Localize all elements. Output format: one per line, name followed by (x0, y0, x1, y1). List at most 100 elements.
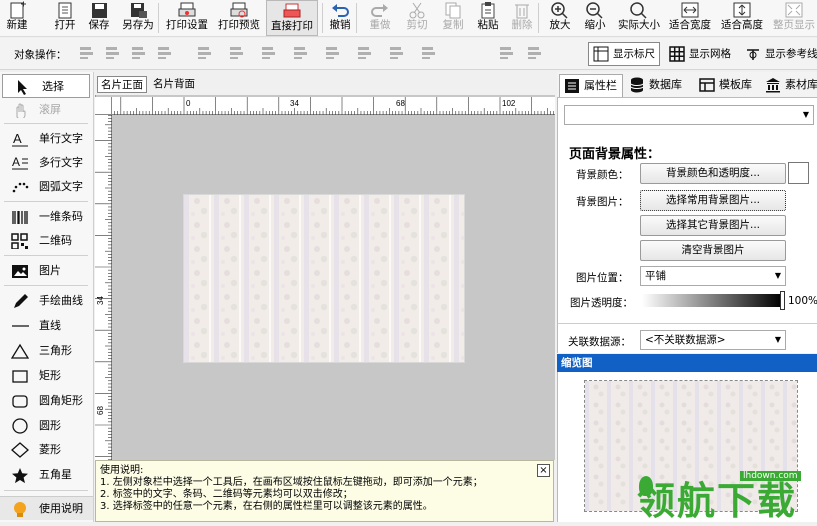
tool-multi-line-text[interactable]: A 多行文字 (0, 151, 93, 175)
tool-triangle[interactable]: 三角形 (0, 339, 93, 363)
print-preview-button[interactable]: 打印预览 (214, 0, 264, 36)
tool-single-line-text[interactable]: A 单行文字 (0, 127, 93, 151)
paste-button[interactable]: 粘贴 (471, 0, 505, 36)
align-middle-icon[interactable] (324, 44, 341, 61)
toolbar-label: 缩小 (584, 19, 606, 31)
object-select-dropdown[interactable]: ▼ (564, 105, 814, 125)
fit-width-button[interactable]: 适合宽度 (665, 0, 715, 36)
opacity-slider-handle[interactable] (780, 291, 785, 310)
tab-properties[interactable]: 属性栏 (559, 74, 623, 97)
tool-label: 选择 (42, 80, 64, 93)
datasource-dropdown[interactable]: <不关联数据源> ▼ (640, 330, 786, 350)
copy-button[interactable]: 复制 (436, 0, 470, 36)
save-icon (89, 1, 109, 19)
open-file-button[interactable]: 打开 (48, 0, 82, 36)
grid-icon (669, 46, 685, 70)
toolbar-label: 粘贴 (477, 19, 499, 31)
cut-button[interactable]: 剪切 (400, 0, 434, 36)
datasource-label: 关联数据源： (568, 336, 631, 348)
toolbar-label: 打开 (54, 19, 76, 31)
save-button[interactable]: 保存 (82, 0, 116, 36)
toggle-label: 显示网格 (689, 48, 731, 60)
toggle-ruler[interactable]: 显示标尺 (588, 42, 660, 66)
triangle-icon (10, 343, 30, 359)
tool-arc-text[interactable]: 圆弧文字 (0, 175, 93, 199)
delete-button[interactable]: 删除 (505, 0, 539, 36)
tool-cursor-arrow[interactable]: 选择 (2, 74, 90, 98)
tool-line[interactable]: 直线 (0, 314, 93, 338)
save-as-button[interactable]: 另存为 (116, 0, 160, 36)
hand-pan-icon (11, 102, 29, 120)
business-card-canvas[interactable] (183, 194, 465, 363)
align-bottom-icon[interactable] (356, 44, 373, 61)
bring-front-icon[interactable] (78, 44, 95, 61)
properties-panel: ▼ 页面背景属性： 背景颜色： 背景颜色和透明度... 背景图片： 选择常用背景… (557, 98, 817, 353)
toolbar-label: 打印设置 (166, 19, 208, 31)
tool-barcode[interactable]: 一维条码 (0, 205, 93, 229)
bg-color-button[interactable]: 背景颜色和透明度... (640, 163, 786, 184)
choose-common-bg-button[interactable]: 选择常用背景图片... (640, 190, 786, 211)
tool-image[interactable]: 图片 (0, 259, 93, 283)
redo-button[interactable]: 重做 (362, 0, 398, 36)
tool-rectangle[interactable]: 矩形 (0, 364, 93, 388)
tab-card-back[interactable]: 名片背面 (150, 76, 198, 93)
image-position-dropdown[interactable]: 平铺 ▼ (640, 266, 786, 286)
tool-qrcode[interactable]: 二维码 (0, 229, 93, 253)
thumbnail-title: 缩览图 (557, 354, 817, 372)
ungroup-icon[interactable] (526, 44, 543, 61)
new-file-button[interactable]: 新建 (0, 0, 34, 36)
distribute-h-icon[interactable] (388, 44, 405, 61)
toolbar-label: 新建 (6, 19, 28, 31)
send-back-icon[interactable] (104, 44, 121, 61)
group-icon[interactable] (498, 44, 515, 61)
align-right-icon[interactable] (260, 44, 277, 61)
clear-bg-button[interactable]: 清空背景图片 (640, 240, 786, 261)
zoom-out-button[interactable]: 缩小 (578, 0, 612, 36)
toggle-guideline[interactable]: 显示参考线 (740, 42, 817, 66)
bg-color-swatch[interactable] (788, 162, 809, 184)
choose-other-bg-button[interactable]: 选择其它背景图片... (640, 215, 786, 236)
tool-circle[interactable]: 圆形 (0, 414, 93, 438)
actual-size-button[interactable]: 实际大小 (614, 0, 664, 36)
tab-material[interactable]: 素材库 (761, 74, 817, 97)
zoom-in-icon (550, 1, 570, 19)
opacity-slider-track[interactable] (642, 294, 782, 307)
fit-page-button[interactable]: 整页显示 (770, 0, 817, 36)
tool-star[interactable]: 五角星 (0, 463, 93, 487)
tool-rounded-rectangle[interactable]: 圆角矩形 (0, 389, 93, 413)
canvas-tabs: 名片正面 名片背面 (95, 74, 555, 94)
qrcode-icon (11, 233, 29, 250)
fit-height-button[interactable]: 适合高度 (717, 0, 767, 36)
toolbar-label: 整页显示 (773, 19, 815, 31)
print-settings-button[interactable]: 打印设置 (162, 0, 212, 36)
star-icon (11, 467, 29, 484)
help-close-button[interactable]: × (537, 464, 550, 477)
layer-up-icon[interactable] (130, 44, 147, 61)
tool-lightbulb[interactable]: 使用说明 (0, 496, 93, 520)
tab-template[interactable]: 模板库 (695, 74, 759, 97)
help-line-2: 2. 标签中的文字、条码、二维码等元素均可以双击修改； (100, 489, 353, 500)
tool-diamond[interactable]: 菱形 (0, 438, 93, 462)
tool-label: 五角星 (39, 468, 72, 481)
paste-icon (478, 1, 498, 19)
circle-icon (11, 418, 29, 434)
fit-height-icon (732, 1, 752, 19)
zoom-in-button[interactable]: 放大 (543, 0, 577, 36)
toggle-grid[interactable]: 显示网格 (664, 42, 736, 66)
actual-size-icon (629, 1, 649, 19)
tab-database[interactable]: 数据库 (625, 74, 693, 97)
undo-button[interactable]: 撤销 (322, 0, 358, 36)
tool-hand-pan[interactable]: 滚屏 (0, 98, 93, 122)
cursor-arrow-icon (14, 79, 32, 95)
align-top-icon[interactable] (292, 44, 309, 61)
align-left-icon[interactable] (196, 44, 213, 61)
tool-pen[interactable]: 手绘曲线 (0, 289, 93, 313)
print-button[interactable]: 直接打印 (266, 0, 318, 36)
ruler-label: 102 (502, 99, 516, 108)
main-toolbar: 新建 打开 保存 另存为 打印设置 打印预览 直接打印 撤销 重做 剪切 复制 粘贴 删除 放大 缩小 实际大… (0, 0, 817, 37)
rounded-rectangle-icon (11, 393, 29, 409)
layer-down-icon[interactable] (156, 44, 173, 61)
tab-card-front[interactable]: 名片正面 (97, 76, 147, 93)
align-center-icon[interactable] (228, 44, 245, 61)
distribute-v-icon[interactable] (420, 44, 437, 61)
